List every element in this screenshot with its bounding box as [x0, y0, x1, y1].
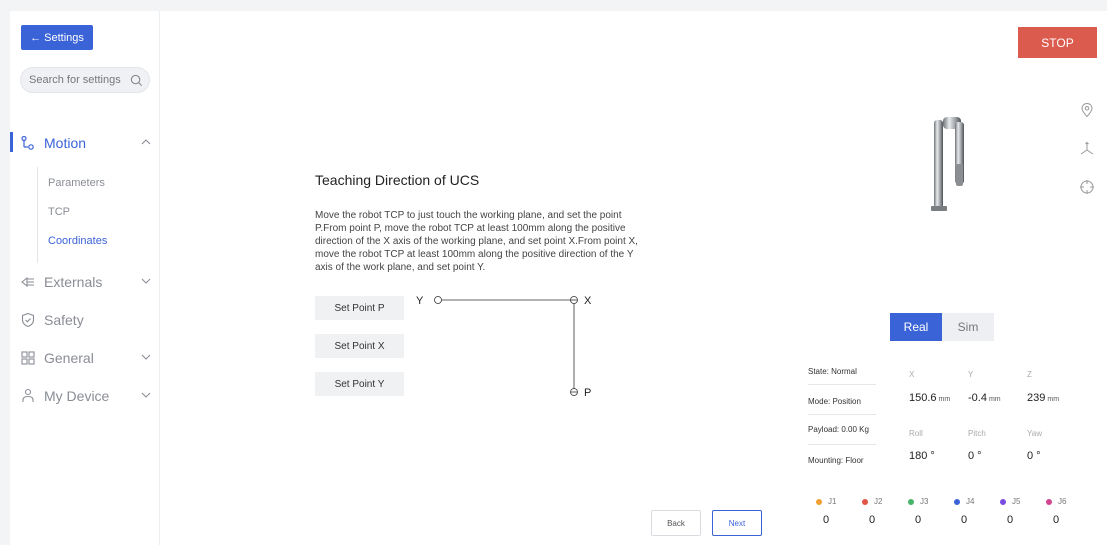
submenu-item-coordinates[interactable]: Coordinates	[48, 235, 107, 247]
yaw-value: 0 °	[1027, 450, 1041, 462]
x-value: 150.6 mm	[909, 392, 951, 404]
search-icon[interactable]	[130, 74, 143, 87]
sidebar-item-externals[interactable]: Externals	[20, 272, 151, 292]
stop-button[interactable]: STOP	[1018, 27, 1097, 58]
joint-j6-value: 0	[1053, 514, 1060, 526]
joint-color-dot	[1000, 498, 1006, 505]
pitch-label: Pitch	[968, 429, 986, 438]
divider	[808, 414, 876, 415]
joint-color-dot	[908, 498, 914, 505]
sidebar-item-my-device[interactable]: My Device	[20, 386, 151, 406]
sidebar-item-label: My Device	[44, 388, 110, 404]
joint-j4-value: 0	[961, 514, 968, 526]
point-y-marker	[434, 296, 442, 304]
sidebar-item-label: Safety	[44, 312, 84, 328]
set-point-y-button[interactable]: Set Point Y	[315, 372, 404, 396]
yaw-label: Yaw	[1027, 429, 1042, 438]
joint-color-dot	[1046, 498, 1052, 505]
robot-arm-model	[931, 117, 964, 211]
pitch-value: 0 °	[968, 450, 982, 462]
joint-j3-label: J3	[908, 497, 928, 506]
externals-icon	[20, 274, 36, 290]
submenu-item-tcp[interactable]: TCP	[48, 206, 70, 218]
page-title: Teaching Direction of UCS	[315, 172, 480, 188]
settings-search[interactable]	[20, 67, 150, 93]
joint-j2-label: J2	[862, 497, 882, 506]
joint-j5-label: J5	[1000, 497, 1020, 506]
shield-icon	[20, 312, 36, 328]
location-pin-icon[interactable]	[1079, 102, 1095, 118]
sidebar-item-label: Motion	[44, 135, 87, 151]
real-mode-option[interactable]: Real	[890, 313, 942, 341]
chevron-up-icon	[141, 139, 151, 145]
active-indicator	[10, 132, 13, 152]
axes-icon[interactable]	[1079, 141, 1095, 157]
crosshair-icon[interactable]	[1079, 179, 1095, 195]
joint-color-dot	[816, 498, 822, 505]
label-y: Y	[416, 295, 424, 307]
grid-icon	[20, 350, 36, 366]
joint-j6-label: J6	[1046, 497, 1066, 506]
label-x: X	[584, 295, 592, 307]
submenu-item-parameters[interactable]: Parameters	[48, 177, 105, 189]
y-label: Y	[968, 370, 974, 379]
app-window	[10, 11, 1107, 545]
chevron-down-icon	[141, 392, 151, 398]
robot-payload: Payload: 0.00 Kg	[808, 425, 869, 434]
joint-j1-label: J1	[816, 497, 836, 506]
real-sim-toggle[interactable]: Real Sim	[890, 313, 994, 341]
joint-color-dot	[954, 498, 960, 505]
y-value: -0.4 mm	[968, 392, 1001, 404]
joint-j2-value: 0	[869, 514, 876, 526]
motion-icon	[20, 135, 36, 151]
divider	[808, 444, 876, 445]
z-value: 239 mm	[1027, 392, 1060, 404]
robot-state: State: Normal	[808, 367, 857, 376]
sidebar-item-general[interactable]: General	[20, 348, 151, 368]
label-p: P	[584, 387, 591, 399]
sidebar-item-motion[interactable]: Motion	[20, 133, 151, 153]
sidebar-item-label: Externals	[44, 274, 103, 290]
chevron-down-icon	[141, 354, 151, 360]
robot-mode: Mode: Position	[808, 397, 861, 406]
x-label: X	[909, 370, 915, 379]
set-point-p-button[interactable]: Set Point P	[315, 296, 404, 320]
divider	[808, 384, 876, 385]
sidebar-item-safety[interactable]: Safety	[20, 310, 150, 330]
ucs-direction-diagram: Y X P	[416, 295, 592, 399]
sim-mode-option[interactable]: Sim	[942, 313, 994, 341]
set-point-x-button[interactable]: Set Point X	[315, 334, 404, 358]
joint-j4-label: J4	[954, 497, 974, 506]
roll-label: Roll	[909, 429, 923, 438]
joint-j1-value: 0	[823, 514, 830, 526]
sidebar-item-label: General	[44, 350, 94, 366]
back-to-settings-button[interactable]: ← Settings	[21, 25, 93, 50]
search-input[interactable]	[29, 74, 121, 86]
instructions-text: Move the robot TCP to just touch the wor…	[315, 210, 638, 273]
chevron-down-icon	[141, 278, 151, 284]
joint-j3-value: 0	[915, 514, 922, 526]
joint-j5-value: 0	[1007, 514, 1014, 526]
back-button[interactable]: Back	[651, 510, 701, 536]
joint-color-dot	[862, 498, 868, 505]
submenu-divider	[37, 167, 38, 263]
user-icon	[20, 388, 36, 404]
roll-value: 180 °	[909, 450, 935, 462]
next-button[interactable]: Next	[712, 510, 762, 536]
z-label: Z	[1027, 370, 1032, 379]
robot-mounting: Mounting: Floor	[808, 456, 864, 465]
